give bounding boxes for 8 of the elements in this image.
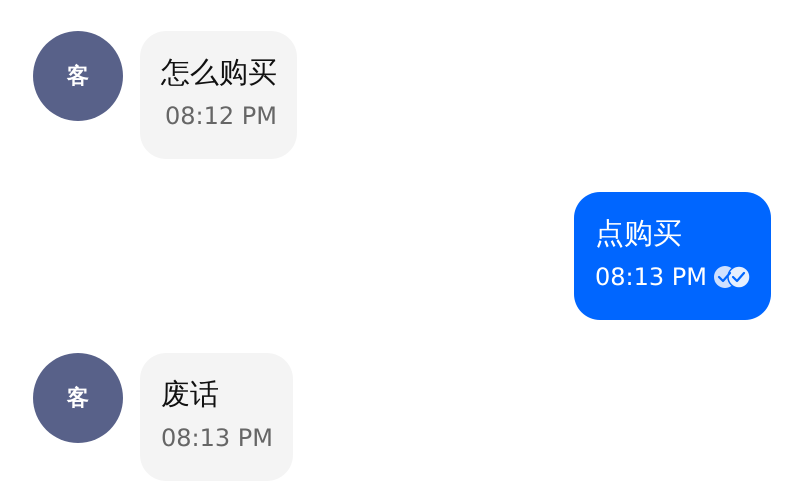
avatar: 客 <box>33 31 123 121</box>
message-text: 点购买 <box>595 215 682 252</box>
avatar: 客 <box>33 353 123 443</box>
message-time: 08:13 PM <box>595 262 707 293</box>
message-time: 08:13 PM <box>161 423 273 454</box>
message-time: 08:12 PM <box>165 101 277 132</box>
message-text: 怎么购买 <box>161 54 277 91</box>
message-text: 废话 <box>161 376 219 413</box>
